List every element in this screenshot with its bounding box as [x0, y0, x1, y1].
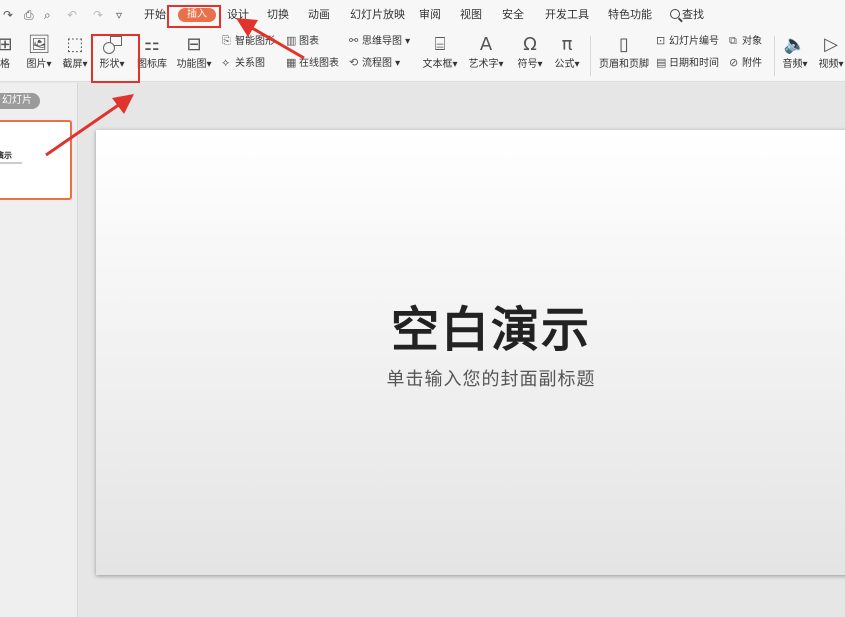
tab-home[interactable]: 开始	[144, 7, 166, 23]
thumbnail-subtitle	[0, 162, 22, 164]
slide-number-button[interactable]: ⊡ 幻灯片编号	[656, 34, 719, 49]
flowchart-button[interactable]: ⟲ 流程图 ▾	[349, 56, 400, 71]
slide-subtitle[interactable]: 单击输入您的封面副标题	[96, 365, 845, 391]
slide-thumbnail[interactable]: 演示	[0, 120, 72, 200]
chart-button[interactable]: ▥ 图表	[286, 34, 319, 49]
annotation-box-insert	[167, 5, 221, 28]
tab-slideshow[interactable]: 幻灯片放映	[350, 7, 405, 23]
textbox-button[interactable]: ⌸ 文本框▾	[417, 32, 463, 72]
tab-review[interactable]: 审阅	[419, 7, 441, 23]
datetime-button[interactable]: ▤ 日期和时间	[656, 56, 719, 71]
header-footer-button[interactable]: ▯ 页眉和页脚	[599, 32, 649, 72]
function-chart-icon: ⊟	[186, 34, 202, 55]
paperclip-icon: ⊘	[729, 56, 739, 69]
slides-panel: 幻灯片 演示	[0, 83, 78, 617]
smart-graphic-icon: ⎘	[222, 34, 231, 47]
object-button[interactable]: ⧉ 对象	[729, 34, 762, 49]
attachment-button[interactable]: ⊘ 附件	[729, 56, 762, 71]
object-icon: ⧉	[729, 34, 737, 47]
search-button[interactable]: 查找	[670, 7, 704, 23]
textbox-icon: ⌸	[434, 34, 446, 55]
thumbnail-title: 演示	[0, 151, 12, 160]
relation-graph-button[interactable]: ⟡ 关系图	[222, 56, 265, 71]
tab-view[interactable]: 视图	[460, 7, 482, 23]
tab-transitions[interactable]: 切换	[267, 7, 289, 23]
redo-icon[interactable]: ↷	[93, 7, 103, 23]
online-chart-button[interactable]: ▦ 在线图表	[286, 56, 339, 71]
undo-icon[interactable]: ↶	[67, 7, 77, 23]
print-icon[interactable]: ⎙	[24, 7, 34, 23]
menu-bar: ↷ ⎙ ⌕ ↶ ↷ ▿ 开始 插入 设计 切换 动画 幻灯片放映 审阅 视图 安…	[0, 0, 845, 30]
relation-graph-icon: ⟡	[222, 56, 230, 69]
tab-developer[interactable]: 开发工具	[545, 7, 589, 23]
slide-canvas: 空白演示 单击输入您的封面副标题	[79, 83, 845, 617]
video-button[interactable]: ▷ 视频▾	[808, 32, 845, 72]
slide-number-icon: ⊡	[656, 34, 666, 47]
online-chart-icon: ▦	[286, 56, 297, 69]
art-text-button[interactable]: A 艺术字▾	[463, 32, 509, 72]
video-icon: ▷	[824, 34, 838, 55]
calendar-icon: ▤	[656, 56, 667, 69]
print-preview-icon[interactable]: ⌕	[44, 7, 51, 23]
header-footer-icon: ▯	[619, 34, 629, 55]
search-icon	[670, 9, 680, 19]
customize-toolbar-icon[interactable]: ▿	[116, 7, 122, 23]
chart-icon: ▥	[286, 34, 297, 47]
art-text-icon: A	[479, 34, 493, 55]
tab-special-features[interactable]: 特色功能	[608, 7, 652, 23]
ribbon-separator	[590, 36, 591, 76]
slide[interactable]: 空白演示 单击输入您的封面副标题	[96, 130, 845, 575]
function-chart-button[interactable]: ⊟ 功能图▾	[171, 32, 217, 72]
formula-button[interactable]: π 公式▾	[544, 32, 590, 72]
redo-icon[interactable]: ↷	[3, 7, 13, 23]
tab-design[interactable]: 设计	[227, 7, 249, 23]
slides-tab[interactable]: 幻灯片	[0, 93, 40, 109]
annotation-box-shapes	[91, 34, 140, 83]
tab-animations[interactable]: 动画	[308, 7, 330, 23]
flowchart-icon: ⟲	[349, 56, 359, 69]
mind-map-button[interactable]: ⚯ 思维导图 ▾	[349, 34, 410, 49]
tab-security[interactable]: 安全	[502, 7, 524, 23]
smart-graphic-button[interactable]: ⎘ 智能图形	[222, 34, 275, 49]
slide-title[interactable]: 空白演示	[96, 290, 845, 360]
pi-icon: π	[561, 34, 573, 55]
search-label: 查找	[682, 8, 704, 21]
mind-map-icon: ⚯	[349, 34, 359, 47]
